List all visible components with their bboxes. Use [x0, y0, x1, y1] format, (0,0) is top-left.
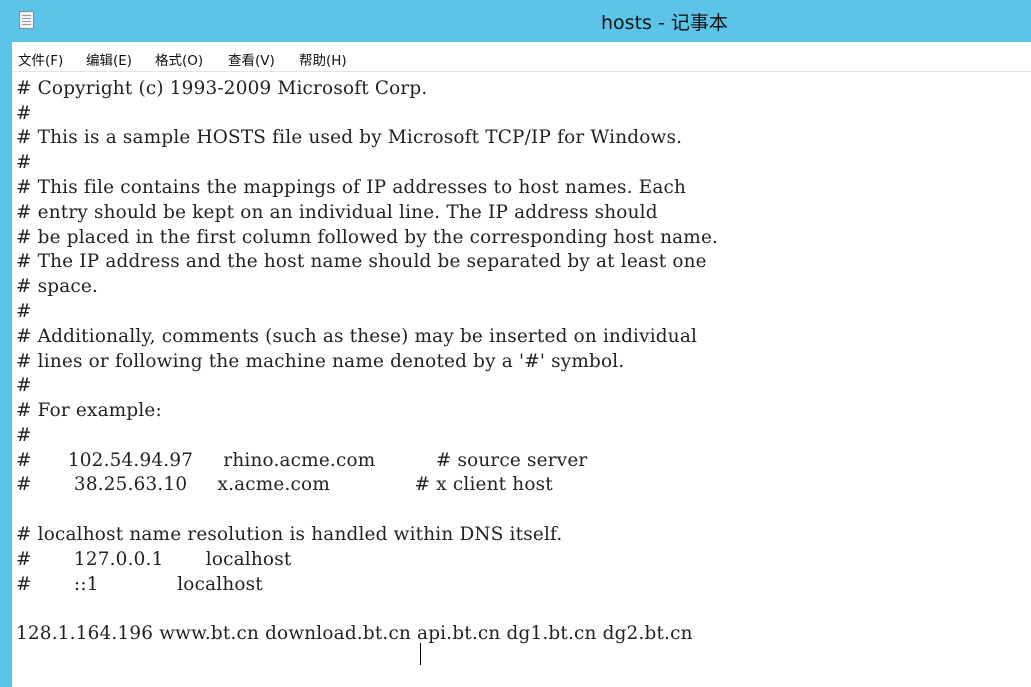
notepad-window: hosts - 记事本 文件(F) 编辑(E) 格式(O) 查看(V) 帮助(H… — [0, 0, 1031, 687]
editor-line: # This is a sample HOSTS file used by Mi… — [16, 127, 683, 148]
editor-line: # — [16, 375, 32, 396]
menu-bar: 文件(F) 编辑(E) 格式(O) 查看(V) 帮助(H) — [12, 42, 1031, 72]
text-caret — [420, 643, 421, 665]
editor-line: # — [16, 103, 32, 124]
editor-line: # Copyright (c) 1993-2009 Microsoft Corp… — [16, 78, 428, 99]
title-bar[interactable]: hosts - 记事本 — [0, 0, 1031, 42]
text-editor[interactable]: # Copyright (c) 1993-2009 Microsoft Corp… — [12, 72, 1031, 687]
editor-line: # lines or following the machine name de… — [16, 351, 625, 372]
menu-file[interactable]: 文件(F) — [18, 49, 63, 69]
editor-line: 128.1.164.196 www.bt.cn download.bt.cn a… — [16, 623, 693, 644]
menu-view[interactable]: 查看(V) — [228, 49, 275, 69]
editor-line: # This file contains the mappings of IP … — [16, 177, 687, 198]
editor-line: # 127.0.0.1 localhost — [16, 549, 292, 570]
editor-line: # Additionally, comments (such as these)… — [16, 326, 698, 347]
editor-line: # ::1 localhost — [16, 574, 263, 595]
editor-line: # entry should be kept on an individual … — [16, 202, 658, 223]
editor-line: # space. — [16, 276, 99, 297]
window-title: hosts - 记事本 — [601, 12, 728, 34]
editor-line: # 38.25.63.10 x.acme.com # x client host — [16, 474, 553, 495]
editor-line: # be placed in the first column followed… — [16, 227, 719, 248]
editor-line: # — [16, 425, 32, 446]
menu-format[interactable]: 格式(O) — [155, 49, 203, 69]
notepad-icon[interactable] — [19, 11, 34, 29]
editor-line: # — [16, 152, 32, 173]
editor-line: # For example: — [16, 400, 162, 421]
editor-line: # localhost name resolution is handled w… — [16, 524, 563, 545]
editor-line: # The IP address and the host name shoul… — [16, 251, 707, 272]
editor-line: # 102.54.94.97 rhino.acme.com # source s… — [16, 450, 588, 471]
menu-help[interactable]: 帮助(H) — [299, 49, 347, 69]
editor-line: # — [16, 301, 32, 322]
menu-edit[interactable]: 编辑(E) — [86, 49, 132, 69]
